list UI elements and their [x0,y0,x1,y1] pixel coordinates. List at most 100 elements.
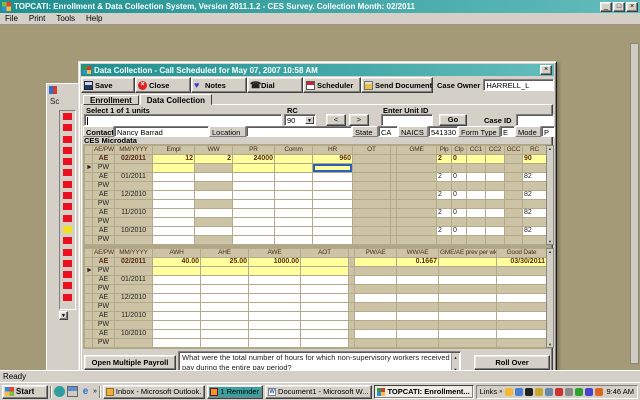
tray-icon[interactable] [505,388,513,396]
grid-cell[interactable]: 82 [523,209,547,218]
grid-cell[interactable]: 2 [195,155,233,164]
grid-cell[interactable] [497,276,547,285]
maximize-icon[interactable] [613,2,625,12]
taskbar-button-word[interactable]: Document1 - Microsoft W... [265,385,372,399]
red-flag-icon[interactable] [63,136,72,143]
grid-cell[interactable] [153,303,201,312]
internet-explorer-icon[interactable] [80,386,91,397]
grid-cell[interactable] [153,209,195,218]
grid-cell[interactable] [195,191,233,200]
grid-cell[interactable] [275,218,313,227]
grid-cell[interactable] [275,173,313,182]
red-flag-icon[interactable] [63,158,72,165]
grid-cell[interactable] [275,164,313,173]
grid-cell[interactable] [313,227,353,236]
grid-cell[interactable] [233,191,275,200]
grid-cell[interactable] [313,209,353,218]
menu-tools[interactable]: Tools [56,14,75,23]
grid-cell[interactable] [153,182,195,191]
grid-cell[interactable] [201,303,249,312]
client-vertical-scrollbar[interactable] [630,43,639,364]
tray-icon[interactable] [545,388,553,396]
tray-icon[interactable] [565,388,573,396]
red-flag-icon[interactable] [63,294,72,301]
close-icon[interactable] [626,2,638,12]
grid-cell[interactable] [153,227,195,236]
grid-cell[interactable] [486,173,505,182]
grid-cell[interactable] [397,276,439,285]
grid-cell[interactable]: 0.1667 [397,258,439,267]
grid-cell[interactable] [195,227,233,236]
chevron-down-icon[interactable] [305,116,314,124]
dialog-close-icon[interactable] [540,65,552,75]
grid-cell[interactable] [313,182,353,191]
close-button[interactable]: Close [135,77,191,93]
grid-cell[interactable] [439,312,497,321]
grid-cell[interactable]: 2 [437,155,452,164]
flag-list[interactable] [59,110,76,310]
grid-cell[interactable]: 2 [437,227,452,236]
grid-cell[interactable] [249,330,301,339]
save-button[interactable]: Save [81,77,135,93]
grid-cell[interactable] [439,330,497,339]
taskbar-button-reminder[interactable]: 1 Reminder [207,385,263,399]
grid-cell[interactable] [439,276,497,285]
grid-cell[interactable] [153,164,195,173]
grid-cell[interactable] [467,191,486,200]
red-flag-icon[interactable] [63,249,72,256]
grid-cell[interactable] [467,227,486,236]
grid-cell[interactable] [439,294,497,303]
tray-icon[interactable] [535,388,543,396]
grid-cell[interactable] [201,330,249,339]
show-desktop-icon[interactable] [67,386,78,397]
grid-cell[interactable] [275,155,313,164]
grid-cell[interactable]: 0 [452,191,467,200]
grid-cell[interactable] [275,227,313,236]
grid-cell[interactable]: 40.00 [153,258,201,267]
red-flag-icon[interactable] [63,113,72,120]
grid-cell[interactable] [467,155,486,164]
grid-cell[interactable] [201,312,249,321]
grid-cell[interactable] [397,330,439,339]
red-flag-icon[interactable] [63,271,72,278]
grid-cell[interactable] [397,312,439,321]
grid-cell[interactable] [397,294,439,303]
grid-cell[interactable] [497,330,547,339]
grid-cell[interactable] [153,339,201,348]
menu-file[interactable]: File [5,14,18,23]
grid-cell[interactable]: 03/30/2011 [497,258,547,267]
grid-cell[interactable]: 1000.00 [249,258,301,267]
menu-print[interactable]: Print [29,14,45,23]
grid-cell[interactable] [301,303,349,312]
scheduler-button[interactable]: Scheduler [303,77,361,93]
grid-cell[interactable]: 0 [452,173,467,182]
tray-icon[interactable] [525,388,533,396]
unit-id-field[interactable] [381,114,433,126]
grid-cell[interactable]: 2 [437,191,452,200]
grid-cell[interactable] [233,200,275,209]
minimize-icon[interactable] [600,2,612,12]
tray-icon[interactable] [555,388,563,396]
grid-cell[interactable] [153,330,201,339]
grid-cell[interactable] [313,164,353,173]
red-flag-icon[interactable] [63,169,72,176]
taskbar-button-topcati[interactable]: TOPCATI: Enrollment... [374,385,473,399]
red-flag-icon[interactable] [63,215,72,222]
previous-unit-button[interactable]: < [326,114,346,126]
grid-cell[interactable] [275,182,313,191]
red-flag-icon[interactable] [63,260,72,267]
grid-cell[interactable] [153,276,201,285]
tray-icon[interactable] [575,388,583,396]
grid-cell[interactable]: 0 [452,209,467,218]
mode-field[interactable]: P [541,126,555,137]
roll-over-button[interactable]: Roll Over [474,355,550,370]
grid-cell[interactable] [233,236,275,245]
quick-launch-icon-1[interactable] [54,386,65,397]
grid-cell[interactable] [249,312,301,321]
grid-cell[interactable]: 2 [437,173,452,182]
grid-cell[interactable] [153,312,201,321]
grid-cell[interactable] [233,227,275,236]
grid-cell[interactable] [249,303,301,312]
grid-cell[interactable] [153,218,195,227]
grid-cell[interactable] [153,285,201,294]
